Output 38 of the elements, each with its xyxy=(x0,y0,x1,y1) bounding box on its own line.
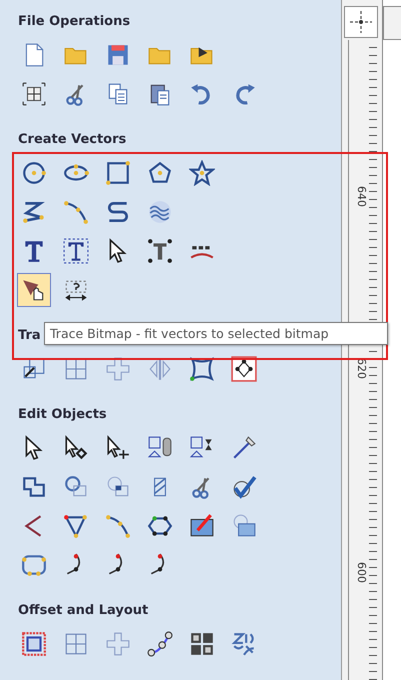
tooltip: Trace Bitmap - fit vectors to selected bitmap xyxy=(44,322,388,345)
image-icon xyxy=(231,513,257,539)
measure-icon xyxy=(231,435,257,461)
array-grid-icon xyxy=(189,631,215,657)
rectangle-icon xyxy=(105,160,131,186)
warp-icon xyxy=(189,356,215,382)
node-edit-icon xyxy=(63,435,89,461)
text-frame-icon xyxy=(63,238,89,264)
section-heading: Tra xyxy=(18,327,41,344)
zigzag-icon xyxy=(21,199,47,225)
checkmark-icon xyxy=(231,474,257,500)
circle-icon xyxy=(21,160,47,186)
node-box-icon xyxy=(231,356,257,382)
cross-shape-icon xyxy=(105,631,131,657)
move-pointer-icon xyxy=(105,435,131,461)
cross-shape-icon xyxy=(105,356,131,382)
curve-icon xyxy=(63,199,89,225)
ruler-label: 600 xyxy=(355,562,368,583)
pentagon-icon xyxy=(147,160,173,186)
tool-button[interactable] xyxy=(17,273,51,307)
split-square-icon xyxy=(63,631,89,657)
section-heading: File Operations xyxy=(18,13,130,30)
path-nodes-icon xyxy=(147,631,173,657)
ruler-label: 640 xyxy=(355,186,368,207)
text-resize-icon xyxy=(147,238,173,264)
s-curve-icon xyxy=(105,199,131,225)
triangle-nodes-icon xyxy=(63,513,89,539)
nesting-icon xyxy=(231,631,257,657)
image-edit-icon xyxy=(189,513,215,539)
fit-view-icon xyxy=(21,81,47,107)
section-heading: Create Vectors xyxy=(18,131,126,148)
section-heading: Edit Objects xyxy=(18,406,107,423)
offset-square-icon xyxy=(21,631,47,657)
ruler-corner xyxy=(344,6,378,38)
curve-icon xyxy=(105,513,131,539)
wave-pattern-icon xyxy=(147,199,173,225)
section-heading: Offset and Layout xyxy=(18,602,148,619)
star-icon xyxy=(189,160,215,186)
